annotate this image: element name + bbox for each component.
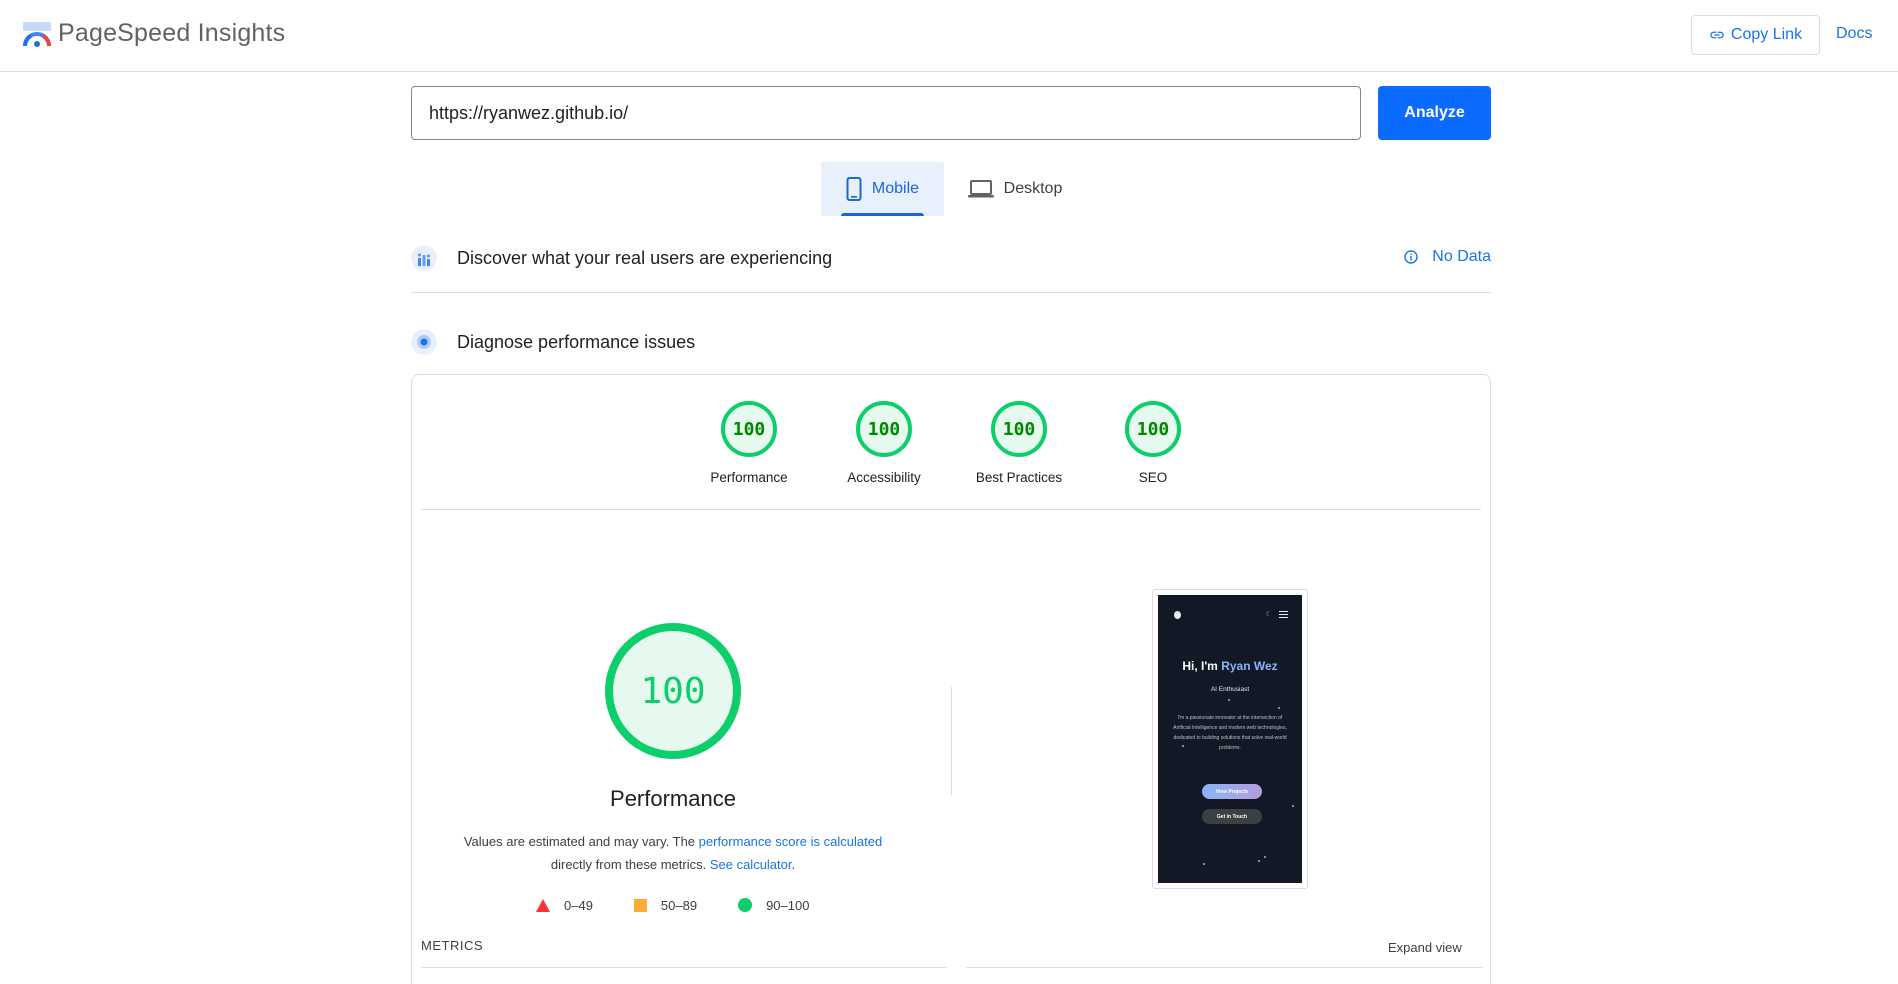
no-data-status[interactable]: No Data [1404, 248, 1491, 266]
greeting-name: Ryan Wez [1221, 659, 1278, 673]
info-icon [1404, 250, 1418, 264]
theme-toggle-icon: ☾ [1265, 611, 1272, 618]
performance-label: Performance [610, 786, 736, 811]
tab-desktop-label: Desktop [1003, 180, 1063, 197]
vertical-separator [951, 687, 952, 795]
star-dot [1292, 805, 1294, 807]
legend-pass: 90–100 [738, 898, 809, 913]
preview-view-projects-button: View Projects [1202, 784, 1262, 799]
analyze-button[interactable]: Analyze [1378, 86, 1491, 140]
star-dot [1264, 856, 1266, 858]
metrics-divider [966, 967, 1483, 968]
legend-average: 50–89 [633, 897, 698, 913]
performance-note: Values are estimated and may vary. The p… [442, 830, 904, 876]
gauge-accessibility[interactable]: 100 Accessibility [824, 401, 944, 485]
lab-data-title: Diagnose performance issues [457, 331, 696, 352]
metrics-divider [421, 967, 947, 968]
diagnose-target-icon [411, 329, 437, 355]
star-dot [1258, 860, 1260, 862]
pass-circle-icon [738, 898, 753, 912]
site-logo-icon [1174, 611, 1181, 619]
preview-greeting: Hi, I'm Ryan Wez [1158, 659, 1302, 673]
performance-score-gauge: 100 [605, 623, 741, 759]
laptop-icon [967, 180, 994, 198]
legend-pass-range: 90–100 [766, 897, 810, 913]
pagespeed-logo-icon [22, 22, 52, 47]
preview-get-in-touch-button: Get in Touch [1202, 809, 1262, 824]
gauge-label: Performance [710, 470, 788, 485]
star-dot [1203, 863, 1205, 865]
category-gauges: 100 Performance 100 Accessibility 100 Be… [412, 401, 1490, 501]
star-dot [1228, 699, 1230, 701]
copy-link-label: Copy Link [1730, 26, 1803, 43]
hamburger-menu-icon [1279, 611, 1288, 618]
url-input[interactable] [411, 86, 1361, 140]
card-divider [421, 509, 1481, 510]
gauge-label: SEO [1138, 470, 1168, 485]
gauge-label: Best Practices [975, 470, 1063, 485]
no-data-label: No Data [1432, 248, 1491, 265]
metrics-heading: METRICS [421, 938, 483, 953]
field-data-title: Discover what your real users are experi… [457, 247, 833, 268]
legend-fail-range: 0–49 [564, 897, 593, 913]
gauge-seo[interactable]: 100 SEO [1093, 401, 1213, 485]
lab-data-section: Diagnose performance issues [411, 324, 1491, 360]
star-dot [1182, 745, 1184, 747]
report-card: 100 Performance 100 Accessibility 100 Be… [411, 374, 1491, 984]
tab-mobile-label: Mobile [871, 180, 920, 197]
score-legend: 0–49 50–89 90–100 [536, 895, 850, 915]
smartphone-icon [846, 177, 862, 201]
score-calculated-link[interactable]: performance score is calculated [699, 834, 883, 849]
gauge-score: 100 [991, 401, 1047, 457]
tab-desktop[interactable]: Desktop [960, 162, 1070, 216]
copy-link-button[interactable]: Copy Link [1691, 15, 1820, 55]
note-middle: directly from these metrics. [550, 857, 707, 872]
docs-link[interactable]: Docs [1836, 25, 1872, 43]
fail-triangle-icon [536, 898, 550, 912]
gauge-score: 100 [856, 401, 912, 457]
tab-selected-indicator [841, 213, 924, 216]
see-calculator-link[interactable]: See calculator [710, 857, 792, 872]
average-square-icon [633, 898, 647, 912]
legend-average-range: 50–89 [660, 897, 698, 913]
greeting-text: Hi, I'm [1182, 659, 1222, 673]
users-chart-icon [411, 245, 437, 271]
final-screenshot: ☾ Hi, I'm Ryan Wez AI Enthusiast I'm a p… [1152, 589, 1308, 889]
star-dot [1278, 707, 1280, 709]
app-title: PageSpeed Insights [58, 19, 286, 47]
section-divider [411, 292, 1491, 293]
preview-paragraph: I'm a passionate innovator at the inters… [1173, 715, 1287, 751]
gauge-performance[interactable]: 100 Performance [689, 401, 809, 485]
app-header: PageSpeed Insights Copy Link Docs [0, 0, 1898, 72]
tab-mobile[interactable]: Mobile [821, 162, 944, 216]
gauge-score: 100 [1125, 401, 1181, 457]
legend-fail: 0–49 [536, 898, 593, 913]
gauge-best-practices[interactable]: 100 Best Practices [959, 401, 1079, 485]
gauge-score: 100 [721, 401, 777, 457]
gauge-label: Accessibility [847, 470, 921, 485]
note-suffix: . [791, 857, 796, 872]
link-icon [1710, 31, 1724, 39]
expand-view-toggle[interactable]: Expand view [1388, 940, 1462, 955]
page-preview: ☾ Hi, I'm Ryan Wez AI Enthusiast I'm a p… [1158, 595, 1302, 883]
preview-subtitle: AI Enthusiast [1210, 686, 1250, 693]
field-data-section: Discover what your real users are experi… [411, 240, 1491, 276]
note-prefix: Values are estimated and may vary. The [463, 834, 699, 849]
